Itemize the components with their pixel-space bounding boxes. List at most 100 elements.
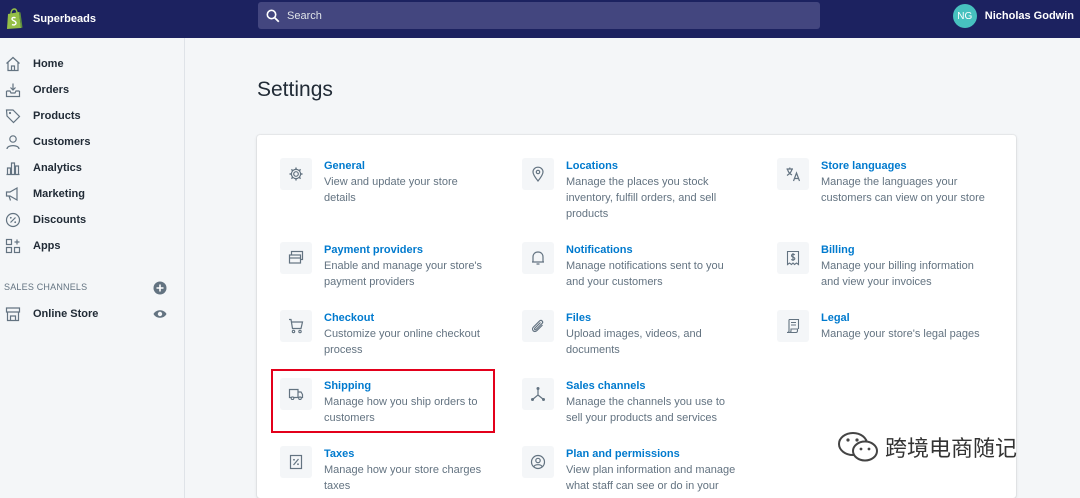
watermark: 跨境电商随记 [837, 430, 1017, 464]
store-brand[interactable]: Superbeads [0, 0, 185, 38]
setting-general[interactable]: General View and update your store detai… [280, 158, 458, 206]
sidebar-item-discounts[interactable]: Discounts [0, 209, 184, 231]
page-title: Settings [257, 78, 333, 101]
sidebar-item-label: Analytics [33, 162, 82, 174]
products-icon [3, 106, 23, 126]
setting-title[interactable]: General [324, 158, 458, 174]
payment-icon [280, 242, 312, 274]
setting-desc: payment providers [324, 276, 415, 288]
avatar: NG [952, 4, 977, 28]
setting-notifications[interactable]: Notifications Manage notifications sent … [522, 242, 724, 290]
sidebar-item-label: Home [33, 58, 64, 70]
setting-desc: Manage how your store charges [324, 464, 482, 476]
discounts-icon [3, 210, 23, 230]
setting-title[interactable]: Billing [821, 242, 974, 258]
setting-desc: Manage notifications sent to you [566, 260, 724, 272]
tax-receipt-icon [280, 446, 312, 478]
marketing-icon [3, 184, 23, 204]
top-bar: Superbeads Search NG Nicholas Godwin [0, 0, 1080, 38]
account-menu[interactable]: NG Nicholas Godwin [952, 4, 1074, 28]
account-name: Nicholas Godwin [984, 10, 1074, 22]
sidebar-item-home[interactable]: Home [0, 53, 184, 75]
sidebar-item-orders[interactable]: Orders [0, 79, 184, 101]
paperclip-icon [522, 310, 554, 342]
setting-desc: and your customers [566, 276, 663, 288]
sidebar-item-marketing[interactable]: Marketing [0, 183, 184, 205]
setting-files[interactable]: Files Upload images, videos, and documen… [522, 310, 702, 358]
search-placeholder: Search [287, 9, 322, 22]
customers-icon [3, 132, 23, 152]
setting-desc: Manage your store's legal pages [821, 328, 980, 340]
setting-checkout[interactable]: Checkout Customize your online checkout … [280, 310, 480, 358]
setting-sales-channels[interactable]: Sales channels Manage the channels you u… [522, 378, 725, 426]
sales-channels-title: SALES CHANNELS [4, 282, 88, 292]
sidebar-item-analytics[interactable]: Analytics [0, 157, 184, 179]
legal-scroll-icon [777, 310, 809, 342]
setting-title[interactable]: Notifications [566, 242, 724, 258]
sidebar: Home Orders Products Customers Analytics… [0, 38, 185, 498]
orders-icon [3, 80, 23, 100]
setting-desc: sell your products and services [566, 412, 718, 424]
sidebar-item-label: Apps [33, 240, 61, 252]
setting-desc: and view your invoices [821, 276, 932, 288]
apps-icon [3, 236, 23, 256]
setting-desc: what staff can see or do in your [566, 480, 719, 492]
shopify-bag-icon [7, 8, 23, 29]
sidebar-item-label: Orders [33, 84, 70, 96]
setting-title[interactable]: Locations [566, 158, 716, 174]
setting-desc: Enable and manage your store's [324, 260, 483, 272]
sidebar-item-products[interactable]: Products [0, 105, 184, 127]
cart-icon [280, 310, 312, 342]
setting-title[interactable]: Sales channels [566, 378, 725, 394]
location-pin-icon [522, 158, 554, 190]
setting-desc: Manage the channels you use to [566, 396, 726, 408]
watermark-text: 跨境电商随记 [885, 437, 1018, 462]
analytics-icon [3, 158, 23, 178]
setting-taxes[interactable]: Taxes Manage how your store charges taxe… [280, 446, 481, 494]
sidebar-item-customers[interactable]: Customers [0, 131, 184, 153]
store-name: Superbeads [33, 13, 96, 25]
setting-desc: View and update your store [324, 176, 458, 188]
setting-desc: process [324, 344, 363, 356]
setting-desc: products [566, 208, 609, 220]
home-icon [3, 54, 23, 74]
setting-desc: details [324, 192, 356, 204]
setting-locations[interactable]: Locations Manage the places you stock in… [522, 158, 716, 222]
search-icon [266, 9, 280, 22]
user-circle-icon [522, 446, 554, 478]
setting-desc: customers can view on your store [821, 192, 985, 204]
setting-plan-and-permissions[interactable]: Plan and permissions View plan informati… [522, 446, 735, 494]
gear-icon [280, 158, 312, 190]
eye-icon[interactable] [153, 308, 167, 320]
setting-title[interactable]: Plan and permissions [566, 446, 735, 462]
translate-icon [777, 158, 809, 190]
setting-billing[interactable]: Billing Manage your billing information … [777, 242, 974, 290]
invoice-dollar-icon [777, 242, 809, 274]
setting-title[interactable]: Payment providers [324, 242, 482, 258]
shipping-highlight-box [271, 369, 495, 433]
setting-store-languages[interactable]: Store languages Manage the languages you… [777, 158, 985, 206]
search-input[interactable]: Search [258, 2, 820, 29]
store-icon [3, 304, 23, 324]
setting-desc: taxes [324, 480, 351, 492]
sidebar-item-label: Discounts [33, 214, 87, 226]
bell-icon [522, 242, 554, 274]
setting-desc: Manage the languages your [821, 176, 958, 188]
setting-desc: View plan information and manage [566, 464, 736, 476]
setting-title[interactable]: Checkout [324, 310, 480, 326]
setting-payment-providers[interactable]: Payment providers Enable and manage your… [280, 242, 482, 290]
setting-desc: inventory, fulfill orders, and sell [566, 192, 717, 204]
sidebar-item-label: Customers [33, 136, 91, 148]
channels-network-icon [522, 378, 554, 410]
setting-desc: Upload images, videos, and [566, 328, 702, 340]
setting-desc: Customize your online checkout [324, 328, 480, 340]
setting-title[interactable]: Store languages [821, 158, 985, 174]
add-sales-channel-icon[interactable] [153, 281, 167, 295]
sidebar-item-apps[interactable]: Apps [0, 235, 184, 257]
setting-legal[interactable]: Legal Manage your store's legal pages [777, 310, 980, 342]
setting-desc: Manage the places you stock [566, 176, 709, 188]
setting-title[interactable]: Taxes [324, 446, 481, 462]
setting-title[interactable]: Files [566, 310, 702, 326]
setting-title[interactable]: Legal [821, 310, 980, 326]
sidebar-item-label: Marketing [33, 188, 85, 200]
